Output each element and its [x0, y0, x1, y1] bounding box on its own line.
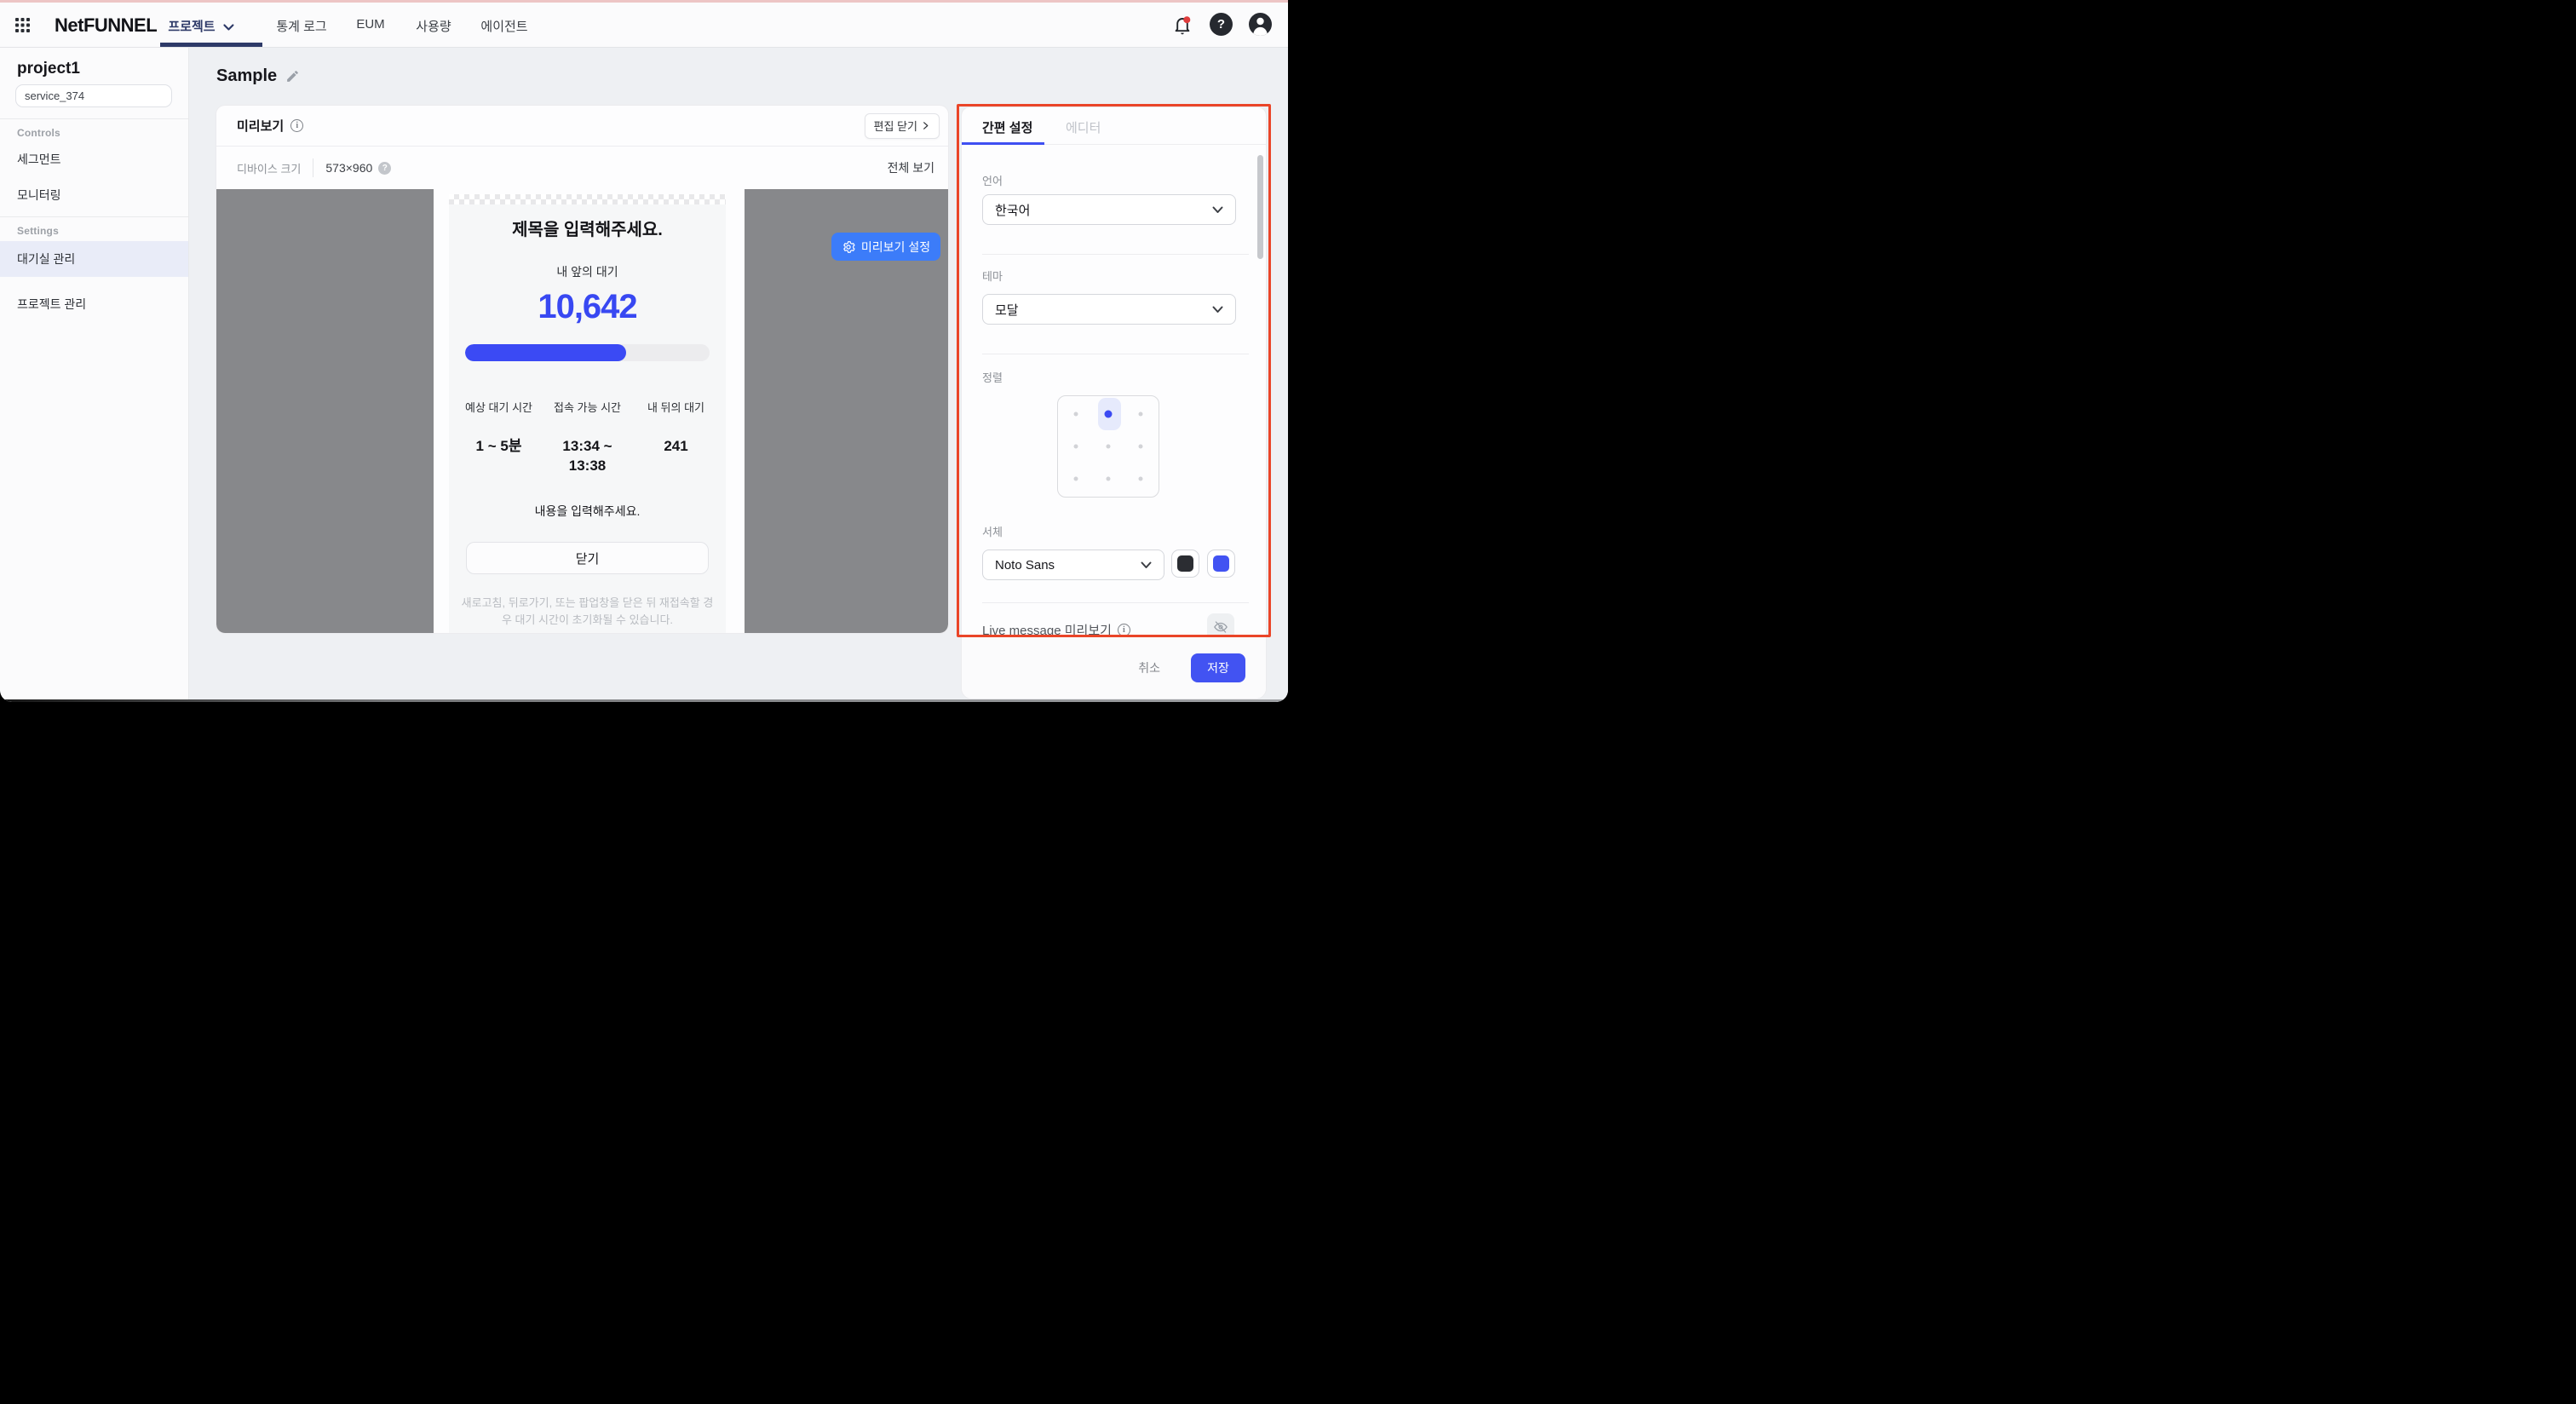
device-size-label: 디바이스 크기 — [237, 162, 302, 176]
question-help-icon[interactable]: ? — [378, 161, 392, 175]
app-grid-icon[interactable] — [15, 18, 30, 32]
section-divider — [982, 602, 1249, 603]
align-dot-top-right[interactable] — [1138, 411, 1143, 417]
sidebar: project1 service_374 Controls 세그먼트 모니터링 … — [0, 48, 189, 702]
close-edit-button[interactable]: 편집 닫기 — [864, 112, 940, 139]
live-message-label: Live message 미리보기 i — [982, 621, 1130, 639]
sidebar-item-segment[interactable]: 세그먼트 — [0, 143, 188, 176]
preview-title: 미리보기 — [237, 119, 285, 134]
stat-access-time: 접속 가능 시간 13:34 ~ 13:38 — [554, 401, 621, 474]
transparency-checker-strip — [449, 194, 726, 204]
active-tab-underline — [962, 142, 1044, 145]
language-select[interactable]: 한국어 — [982, 194, 1236, 225]
stat-queue-behind: 내 뒤의 대기 241 — [647, 401, 705, 454]
page-title: Sample — [216, 66, 278, 85]
queue-progress-bar — [465, 344, 710, 361]
sidebar-item-monitoring[interactable]: 모니터링 — [0, 179, 188, 211]
chevron-down-icon — [1212, 206, 1223, 214]
queue-progress-fill — [465, 344, 627, 361]
font-color-swatch-dark[interactable] — [1171, 550, 1199, 578]
view-all-link[interactable]: 전체 보기 — [888, 159, 934, 176]
notification-bell-icon[interactable] — [1170, 12, 1194, 37]
quick-settings-panel: 간편 설정 에디터 언어 한국어 테마 모달 정렬 서체 Noto Sans L… — [962, 107, 1266, 699]
sidebar-item-project-management[interactable]: 프로젝트 관리 — [0, 288, 188, 320]
modal-close-button[interactable]: 닫기 — [466, 542, 709, 574]
queue-ahead-label: 내 앞의 대기 — [556, 265, 618, 279]
chevron-down-icon — [1212, 306, 1223, 314]
font-select[interactable]: Noto Sans — [982, 550, 1164, 580]
project-name: project1 — [17, 60, 80, 78]
waiting-room-modal: 제목을 입력해주세요. 내 앞의 대기 10,642 예상 대기 시간 1 ~ … — [449, 204, 726, 633]
edit-pencil-icon[interactable] — [285, 69, 300, 83]
device-backdrop-left — [216, 189, 434, 633]
notification-dot — [1182, 15, 1190, 23]
service-select-field[interactable]: service_374 — [15, 84, 172, 107]
preview-card: 미리보기 i 편집 닫기 디바이스 크기 573×960 ? 전체 보기 제목을… — [216, 106, 948, 633]
preview-stage: 제목을 입력해주세요. 내 앞의 대기 10,642 예상 대기 시간 1 ~ … — [216, 189, 948, 633]
device-size-row: 디바이스 크기 573×960 ? 전체 보기 — [216, 147, 948, 189]
netfunnel-logo[interactable]: NetFUNNEL — [55, 14, 158, 37]
preview-settings-button[interactable]: 미리보기 설정 — [831, 233, 940, 261]
font-label: 서체 — [982, 526, 1003, 538]
info-icon[interactable]: i — [290, 119, 304, 132]
modal-title: 제목을 입력해주세요. — [512, 221, 663, 239]
sidebar-section-settings: Settings — [17, 225, 59, 237]
align-dot-middle-right[interactable] — [1138, 444, 1143, 449]
settings-tabs: 간편 설정 에디터 — [962, 107, 1266, 145]
theme-label: 테마 — [982, 270, 1003, 283]
device-size-value: 573×960 — [325, 161, 373, 175]
alignment-picker[interactable] — [1057, 395, 1159, 498]
section-divider — [982, 254, 1249, 255]
sidebar-section-controls: Controls — [17, 127, 60, 139]
top-navigation-bar: NetFUNNEL 프로젝트 통계 로그 EUM 사용량 에이전트 ? — [0, 3, 1288, 48]
font-color-swatch-blue[interactable] — [1207, 550, 1235, 578]
help-icon[interactable]: ? — [1209, 12, 1233, 37]
gear-icon — [842, 240, 855, 254]
modal-body-text: 내용을 입력해주세요. — [534, 504, 641, 518]
panel-footer-actions: 취소 저장 — [962, 637, 1266, 699]
sidebar-divider — [0, 216, 188, 217]
nav-tab-statistics-log[interactable]: 통계 로그 — [276, 17, 326, 35]
screen-top-strip — [0, 0, 1288, 3]
account-avatar-icon[interactable] — [1248, 12, 1273, 37]
cancel-button[interactable]: 취소 — [1138, 659, 1160, 676]
window-bottom-edge — [0, 699, 1288, 702]
stat-estimated-wait: 예상 대기 시간 1 ~ 5분 — [465, 401, 532, 454]
align-dot-bottom-center[interactable] — [1106, 476, 1111, 481]
align-dot-middle-center[interactable] — [1106, 444, 1111, 449]
tab-quick-settings[interactable]: 간편 설정 — [982, 118, 1032, 136]
nav-tab-agent[interactable]: 에이전트 — [480, 17, 527, 35]
main-content: Sample 미리보기 i 편집 닫기 디바이스 크기 573×960 ? 전체… — [189, 48, 1288, 702]
sidebar-divider — [0, 118, 188, 119]
chevron-down-icon — [1141, 561, 1152, 569]
sidebar-item-waiting-room[interactable]: 대기실 관리 — [0, 241, 188, 277]
info-icon[interactable]: i — [1117, 624, 1130, 636]
align-dot-middle-left[interactable] — [1073, 444, 1078, 449]
chevron-down-icon — [223, 24, 234, 31]
align-label: 정렬 — [982, 371, 1003, 384]
save-button[interactable]: 저장 — [1191, 653, 1245, 682]
modal-footer-notice: 새로고침, 뒤로가기, 또는 팝업창을 닫은 뒤 재접속할 경우 대기 시간이 … — [461, 596, 714, 626]
panel-scrollbar[interactable] — [1257, 155, 1263, 259]
nav-tab-eum[interactable]: EUM — [356, 17, 384, 32]
theme-select[interactable]: 모달 — [982, 294, 1236, 325]
align-dot-bottom-left[interactable] — [1073, 476, 1078, 481]
align-dot-top-center-selected[interactable] — [1104, 410, 1113, 418]
align-dot-bottom-right[interactable] — [1138, 476, 1143, 481]
nav-tab-usage[interactable]: 사용량 — [416, 17, 451, 35]
active-tab-underline — [160, 43, 262, 47]
queue-stats-row: 예상 대기 시간 1 ~ 5분 접속 가능 시간 13:34 ~ 13:38 내… — [449, 399, 726, 475]
tab-editor[interactable]: 에디터 — [1066, 118, 1101, 136]
queue-ahead-count: 10,642 — [538, 288, 637, 325]
align-dot-top-left[interactable] — [1073, 411, 1078, 417]
preview-card-header: 미리보기 i 편집 닫기 — [216, 106, 948, 147]
language-label: 언어 — [982, 175, 1003, 187]
app-window: NetFUNNEL 프로젝트 통계 로그 EUM 사용량 에이전트 ? proj… — [0, 0, 1288, 702]
nav-tab-projects[interactable]: 프로젝트 — [168, 17, 234, 35]
